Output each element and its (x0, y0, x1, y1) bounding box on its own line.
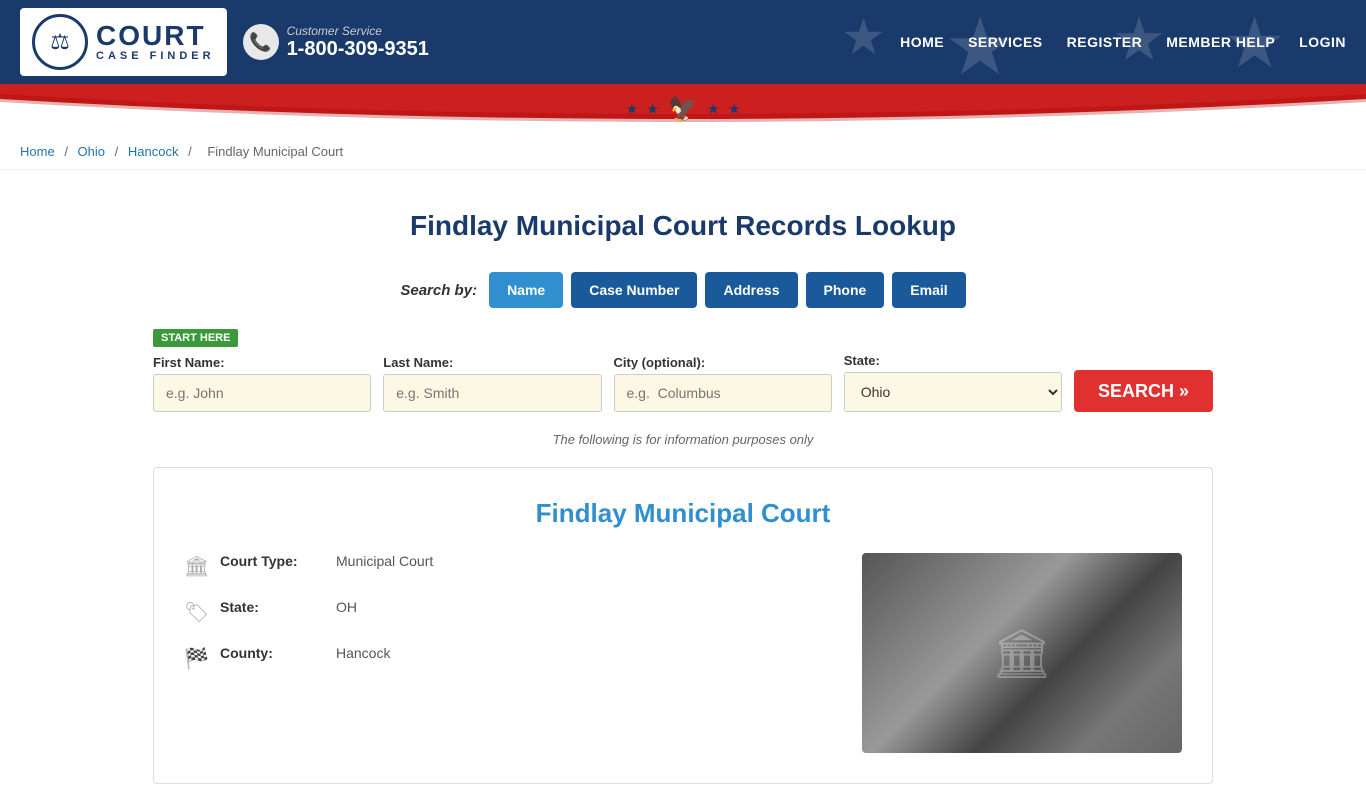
logo-container: COURT CASE FINDER (20, 8, 227, 76)
state-value: OH (336, 599, 357, 615)
customer-service-label: Customer Service (287, 24, 429, 38)
court-info-type: 🏛 Court Type: Municipal Court (184, 553, 832, 579)
breadcrumb-hancock[interactable]: Hancock (128, 144, 179, 159)
logo-court-text: COURT (96, 22, 215, 50)
breadcrumb-separator-1: / (64, 144, 71, 159)
state-select[interactable]: Ohio Alabama Alaska Arizona Arkansas Cal… (844, 372, 1062, 412)
eagle-icon: 🦅 (668, 95, 698, 124)
star-left-1: ★ (627, 102, 638, 116)
tab-address[interactable]: Address (705, 272, 797, 308)
court-type-value: Municipal Court (336, 553, 433, 569)
logo-emblem (32, 14, 88, 70)
state-label: State: (844, 353, 1062, 368)
city-field: City (optional): (614, 355, 832, 412)
customer-service-phone: 1-800-309-9351 (287, 38, 429, 61)
state-label-info: State: (220, 599, 320, 615)
customer-service-text: Customer Service 1-800-309-9351 (287, 24, 429, 61)
page-title: Findlay Municipal Court Records Lookup (153, 210, 1213, 242)
top-navigation: HOME SERVICES REGISTER MEMBER HELP LOGIN (900, 34, 1346, 50)
court-type-icon: 🏛 (184, 554, 208, 579)
last-name-label: Last Name: (383, 355, 601, 370)
court-image-placeholder: 🏛 (862, 553, 1182, 753)
county-label: County: (220, 645, 320, 661)
customer-service: 📞 Customer Service 1-800-309-9351 (243, 24, 429, 61)
court-image: 🏛 (862, 553, 1182, 753)
county-icon: 🏁 (184, 646, 208, 671)
nav-home[interactable]: HOME (900, 34, 944, 50)
tab-phone[interactable]: Phone (806, 272, 885, 308)
court-details: 🏛 Court Type: Municipal Court 🏷 State: O… (184, 553, 1182, 753)
nav-register[interactable]: REGISTER (1067, 34, 1143, 50)
star-left-2: ★ (647, 102, 658, 116)
logo-case-finder-text: CASE FINDER (96, 50, 215, 62)
eagle-banner: ★ ★ 🦅 ★ ★ (627, 95, 740, 124)
logo-text: COURT CASE FINDER (96, 22, 215, 62)
breadcrumb-current: Findlay Municipal Court (207, 144, 343, 159)
court-info-state: 🏷 State: OH (184, 599, 832, 625)
star-right-2: ★ (729, 102, 740, 116)
nav-member-help[interactable]: MEMBER HELP (1166, 34, 1275, 50)
first-name-field: First Name: (153, 355, 371, 412)
breadcrumb-separator-3: / (188, 144, 195, 159)
tab-case-number[interactable]: Case Number (571, 272, 697, 308)
tab-email[interactable]: Email (892, 272, 965, 308)
info-note: The following is for information purpose… (153, 432, 1213, 447)
city-label: City (optional): (614, 355, 832, 370)
court-info-list: 🏛 Court Type: Municipal Court 🏷 State: O… (184, 553, 832, 753)
state-field: State: Ohio Alabama Alaska Arizona Arkan… (844, 353, 1062, 412)
banner-wave: ★ ★ 🦅 ★ ★ (0, 84, 1366, 134)
first-name-input[interactable] (153, 374, 371, 412)
court-card: Findlay Municipal Court 🏛 Court Type: Mu… (153, 467, 1213, 784)
phone-icon: 📞 (243, 24, 279, 60)
search-by-row: Search by: Name Case Number Address Phon… (153, 272, 1213, 308)
form-row: First Name: Last Name: City (optional): … (153, 353, 1213, 412)
breadcrumb: Home / Ohio / Hancock / Findlay Municipa… (0, 134, 1366, 170)
tab-name[interactable]: Name (489, 272, 563, 308)
court-card-title: Findlay Municipal Court (184, 498, 1182, 529)
state-icon: 🏷 (184, 600, 208, 625)
search-form-area: START HERE First Name: Last Name: City (… (153, 328, 1213, 412)
court-type-label: Court Type: (220, 553, 320, 569)
city-input[interactable] (614, 374, 832, 412)
court-info-county: 🏁 County: Hancock (184, 645, 832, 671)
breadcrumb-ohio[interactable]: Ohio (78, 144, 105, 159)
site-header: COURT CASE FINDER 📞 Customer Service 1-8… (0, 0, 1366, 84)
header-left: COURT CASE FINDER 📞 Customer Service 1-8… (20, 8, 429, 76)
last-name-field: Last Name: (383, 355, 601, 412)
nav-login[interactable]: LOGIN (1299, 34, 1346, 50)
first-name-label: First Name: (153, 355, 371, 370)
main-content: Findlay Municipal Court Records Lookup S… (133, 170, 1233, 804)
nav-services[interactable]: SERVICES (968, 34, 1043, 50)
star-right-1: ★ (708, 102, 719, 116)
last-name-input[interactable] (383, 374, 601, 412)
search-button[interactable]: SEARCH » (1074, 370, 1213, 412)
search-by-label: Search by: (400, 282, 477, 299)
start-here-badge: START HERE (153, 329, 238, 347)
breadcrumb-home[interactable]: Home (20, 144, 55, 159)
breadcrumb-separator-2: / (115, 144, 122, 159)
county-value: Hancock (336, 645, 390, 661)
